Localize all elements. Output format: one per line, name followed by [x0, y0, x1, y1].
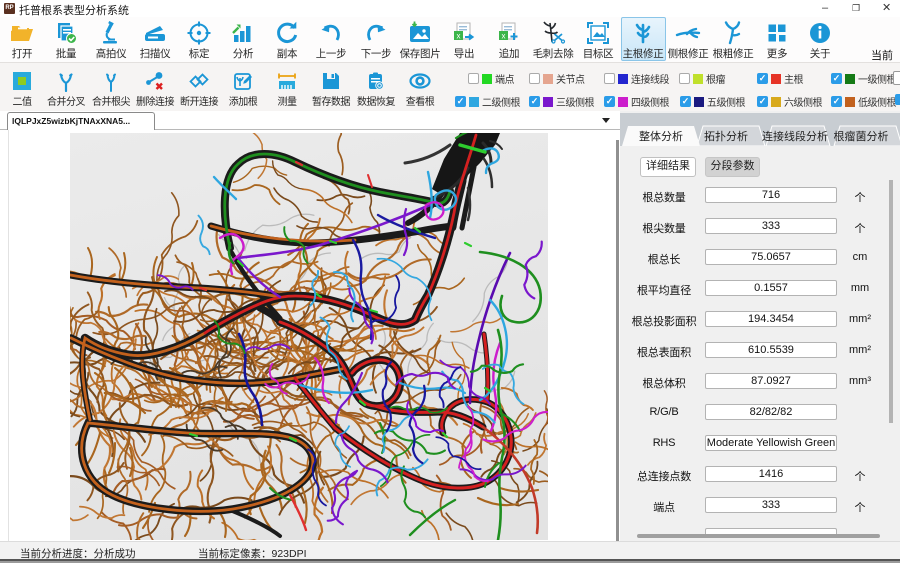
- svg-text:拓扑分析: 拓扑分析: [704, 129, 748, 143]
- svg-text:连接线段分析: 连接线段分析: [762, 129, 828, 143]
- svg-text:x: x: [457, 32, 461, 41]
- svg-text:x: x: [502, 32, 506, 41]
- svg-text:整体分析: 整体分析: [639, 129, 683, 143]
- svg-text:根瘤菌分析: 根瘤菌分析: [834, 129, 889, 143]
